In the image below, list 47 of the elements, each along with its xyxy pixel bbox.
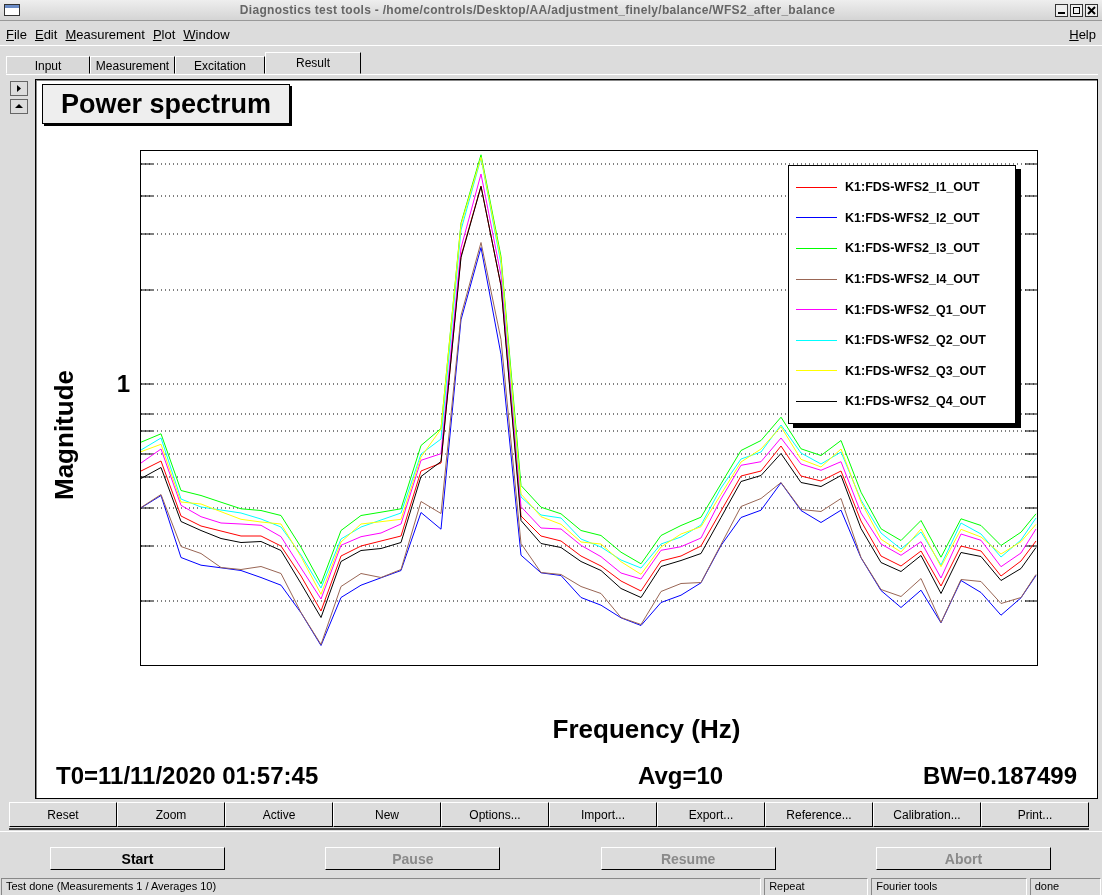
legend-label: K1:FDS-WFS2_I2_OUT xyxy=(845,210,980,225)
legend-label: K1:FDS-WFS2_I4_OUT xyxy=(845,272,980,287)
legend-label: K1:FDS-WFS2_Q4_OUT xyxy=(845,394,986,409)
legend-label: K1:FDS-WFS2_Q1_OUT xyxy=(845,302,986,317)
bandwidth-text: BW=0.187499 xyxy=(922,762,1077,790)
toolbar-button[interactable]: Export... xyxy=(657,802,765,827)
x-axis-label: Frequency (Hz) xyxy=(552,714,741,745)
expand-right-icon[interactable] xyxy=(10,81,28,96)
minimize-icon[interactable] xyxy=(1055,3,1068,17)
help-menu[interactable]: Help xyxy=(1065,24,1100,44)
toolbar-button[interactable]: Reset xyxy=(9,802,117,827)
toolbar-button[interactable]: Active xyxy=(225,802,333,827)
window-icon[interactable] xyxy=(4,4,20,16)
menu-item[interactable]: File xyxy=(2,24,31,44)
menu-item[interactable]: Plot xyxy=(148,24,180,44)
toolbar-button[interactable]: Zoom xyxy=(117,802,225,827)
start-time-text: T0=11/11/2020 01:57:45 xyxy=(56,762,319,790)
status-text: Test done (Measurements 1 / Averages 10) xyxy=(1,878,762,895)
menu-item[interactable]: Measurement xyxy=(61,24,149,44)
tab[interactable]: Measurement xyxy=(90,56,175,74)
toolbar-button[interactable]: Print... xyxy=(981,802,1089,827)
toolbar-button[interactable]: Options... xyxy=(441,802,549,827)
toolbar-button[interactable]: Calibration... xyxy=(873,802,981,827)
maximize-icon[interactable] xyxy=(1070,3,1083,17)
window-title: Diagnostics test tools - /home/controls/Desktop/AA/adjustment_finely/balance/WFS2_after_balance xyxy=(238,3,837,17)
toolbar-button[interactable]: Reference... xyxy=(765,802,873,827)
y-axis-label: Magnitude xyxy=(48,370,80,500)
menu-item[interactable]: Edit xyxy=(30,24,62,44)
legend-label: K1:FDS-WFS2_I1_OUT xyxy=(845,180,980,195)
tab[interactable]: Input xyxy=(6,56,90,74)
tab[interactable]: Result xyxy=(265,52,361,74)
tab[interactable]: Excitation xyxy=(175,56,265,74)
status-text: done xyxy=(1029,878,1101,895)
expand-up-icon[interactable] xyxy=(10,99,28,114)
toolbar-button[interactable]: New xyxy=(333,802,441,827)
status-text: Fourier tools xyxy=(871,878,1027,895)
status-text: Repeat xyxy=(764,878,869,895)
menu-item[interactable]: Window xyxy=(179,24,234,44)
plot-title: Power spectrum xyxy=(42,84,291,124)
close-icon[interactable] xyxy=(1085,3,1098,17)
legend-label: K1:FDS-WFS2_Q2_OUT xyxy=(845,333,986,348)
legend-label: K1:FDS-WFS2_I3_OUT xyxy=(845,241,980,256)
averages-text: Avg=10 xyxy=(637,762,724,790)
run-button[interactable]: Start xyxy=(50,847,225,870)
legend-label: K1:FDS-WFS2_Q3_OUT xyxy=(845,363,986,378)
y-tick-label: 1 xyxy=(116,370,130,398)
toolbar-button[interactable]: Import... xyxy=(549,802,657,827)
